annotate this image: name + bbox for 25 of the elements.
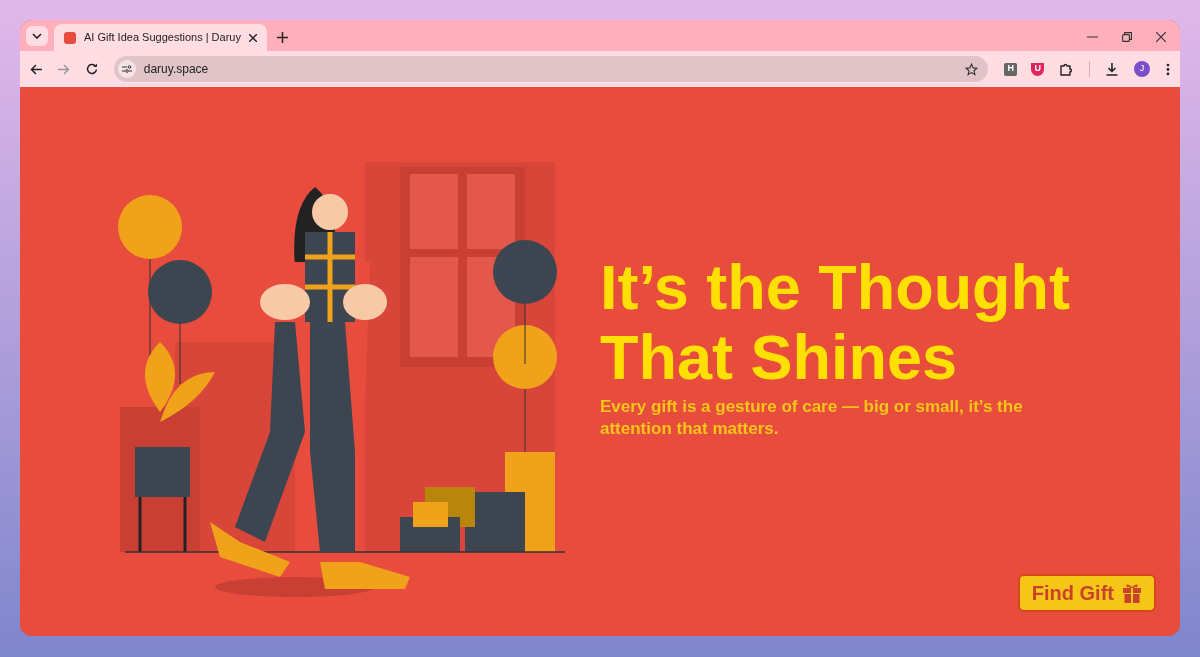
hero-subtitle: Every gift is a gesture of care — big or small, it’s the attention that matters. xyxy=(600,396,1024,440)
close-tab-icon[interactable] xyxy=(248,33,257,42)
find-gift-button[interactable]: Find Gift xyxy=(1017,574,1156,612)
extension-icon[interactable]: H xyxy=(1004,62,1018,76)
close-icon[interactable] xyxy=(1156,32,1166,42)
tab-title: AI Gift Idea Suggestions | Daruy xyxy=(84,30,241,46)
restore-icon[interactable] xyxy=(1122,32,1132,42)
browser-tab[interactable]: AI Gift Idea Suggestions | Daruy xyxy=(54,24,267,51)
gift-icon xyxy=(1122,583,1142,603)
hero-heading: That Shines xyxy=(600,322,958,392)
tab-search-button[interactable] xyxy=(26,26,48,46)
url-text: daruy.space xyxy=(143,61,209,78)
new-tab-icon[interactable] xyxy=(276,32,288,43)
menu-icon[interactable] xyxy=(1166,62,1170,76)
profile-avatar[interactable]: J xyxy=(1134,61,1151,77)
reload-icon[interactable] xyxy=(85,63,98,75)
puzzle-icon[interactable] xyxy=(1060,62,1074,76)
site-settings-icon[interactable] xyxy=(117,60,136,78)
back-arrow-icon[interactable] xyxy=(30,63,42,75)
hero-heading: It’s the Thought xyxy=(600,252,1071,322)
chevron-down-icon xyxy=(32,33,42,39)
bookmark-star-icon[interactable] xyxy=(965,62,979,76)
address-bar[interactable]: daruy.space xyxy=(113,56,989,82)
extension-icon[interactable]: U xyxy=(1031,62,1045,76)
download-icon[interactable] xyxy=(1106,62,1119,76)
